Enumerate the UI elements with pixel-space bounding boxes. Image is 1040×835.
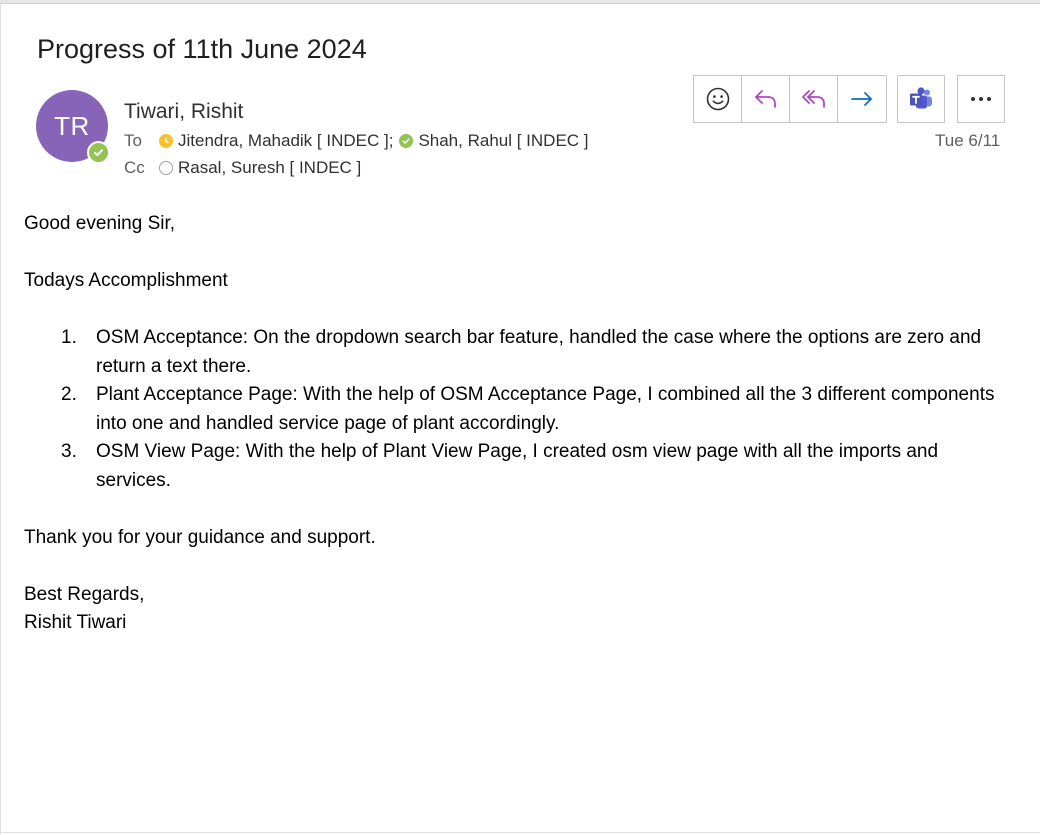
reply-icon: [754, 90, 776, 108]
list-item: 3. OSM View Page: With the help of Plant…: [24, 438, 1014, 495]
away-presence-icon: [159, 134, 173, 148]
more-actions-button[interactable]: [957, 75, 1005, 123]
smiley-icon: [706, 87, 729, 111]
list-item-number: 2.: [61, 384, 77, 405]
recipient-name[interactable]: Rasal, Suresh [ INDEC ]: [178, 158, 361, 178]
accomplishment-list: 1. OSM Acceptance: On the dropdown searc…: [24, 324, 1014, 495]
recipient-name[interactable]: Jitendra, Mahadik [ INDEC ]: [178, 131, 389, 151]
greeting-text: Good evening Sir,: [24, 213, 176, 234]
list-item-number: 3.: [61, 441, 77, 462]
to-label: To: [124, 131, 142, 150]
offline-presence-icon: [159, 161, 173, 175]
thanks-text: Thank you for your guidance and support.: [24, 526, 376, 548]
sender-initials: TR: [54, 110, 90, 141]
reply-all-icon: [801, 90, 825, 108]
accomplishment-heading: Todays Accomplishment: [24, 270, 228, 291]
list-item: 1. OSM Acceptance: On the dropdown searc…: [24, 324, 1014, 381]
cc-label: Cc: [124, 158, 145, 177]
react-button[interactable]: [694, 76, 742, 122]
email-subject: Progress of 11th June 2024: [37, 34, 367, 64]
list-item-text: Plant Acceptance Page: With the help of …: [96, 384, 995, 434]
reply-all-button[interactable]: [790, 76, 838, 122]
list-item-number: 1.: [61, 327, 77, 348]
window-top-border: [0, 0, 1040, 4]
recipient-name[interactable]: Shah, Rahul [ INDEC ]: [418, 131, 588, 151]
sender-name[interactable]: Tiwari, Rishit: [124, 100, 243, 124]
window-left-border: [0, 4, 1, 835]
received-date: Tue 6/11: [935, 131, 1001, 150]
more-icon: [971, 97, 991, 101]
closing-text: Best Regards,: [24, 583, 145, 605]
list-item-text: OSM Acceptance: On the dropdown search b…: [96, 327, 982, 377]
to-recipients-row: To Jitendra, Mahadik [ INDEC ] ; Shah, R…: [124, 131, 589, 151]
cc-recipients-row: Cc Rasal, Suresh [ INDEC ]: [124, 158, 361, 178]
message-action-toolbar: [693, 75, 887, 123]
window-bottom-border: [0, 832, 1040, 833]
teams-icon: [910, 87, 932, 109]
list-item-text: OSM View Page: With the help of Plant Vi…: [96, 441, 939, 491]
available-presence-icon: [399, 134, 414, 148]
signature-text: Rishit Tiwari: [24, 612, 127, 633]
forward-icon: [851, 92, 872, 106]
email-body: Good evening Sir, Todays Accomplishment …: [24, 210, 1014, 638]
available-presence-icon: [87, 141, 110, 164]
forward-button[interactable]: [838, 76, 886, 122]
teams-chat-button[interactable]: [897, 75, 945, 123]
recipient-separator: ;: [388, 131, 394, 150]
reply-button[interactable]: [742, 76, 790, 122]
list-item: 2. Plant Acceptance Page: With the help …: [24, 381, 1014, 438]
